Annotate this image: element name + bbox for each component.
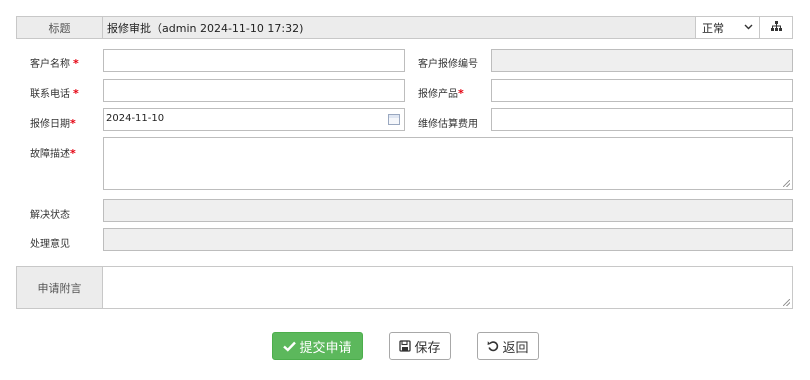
opinion-label: 处理意见 xyxy=(30,239,70,250)
save-button[interactable]: 保存 xyxy=(389,332,451,360)
resize-grip-icon[interactable] xyxy=(783,299,790,306)
remark-textarea[interactable] xyxy=(103,267,792,308)
title-value: 报修审批（admin 2024-11-10 17:32) xyxy=(107,21,304,35)
remark-row: 申请附言 xyxy=(16,266,793,309)
title-label: 标题 xyxy=(17,17,103,38)
fault-desc-textarea[interactable] xyxy=(103,137,793,190)
org-chart-button[interactable] xyxy=(759,17,792,38)
product-label: 报修产品* xyxy=(418,87,464,100)
required-mark: * xyxy=(73,57,79,70)
save-button-label: 保存 xyxy=(414,340,441,356)
required-mark: * xyxy=(70,147,76,160)
check-icon xyxy=(283,341,297,352)
back-button[interactable]: 返回 xyxy=(477,332,539,360)
status-select[interactable]: 正常 xyxy=(695,17,759,38)
estimated-cost-input[interactable] xyxy=(491,108,793,131)
resolve-status-input xyxy=(103,199,793,222)
required-mark: * xyxy=(73,87,79,100)
repair-date-label: 报修日期* xyxy=(30,117,76,130)
chevron-down-icon xyxy=(744,23,753,33)
estimated-cost-label: 维修估算费用 xyxy=(418,119,478,130)
customer-name-input[interactable] xyxy=(103,49,405,72)
opinion-input xyxy=(103,228,793,251)
resolve-status-label: 解决状态 xyxy=(30,210,70,221)
required-mark: * xyxy=(458,87,464,100)
title-row: 标题 报修审批（admin 2024-11-10 17:32) 正常 xyxy=(16,16,793,39)
required-mark: * xyxy=(70,117,76,130)
product-input[interactable] xyxy=(491,79,793,102)
customer-name-label: 客户名称 * xyxy=(30,57,79,70)
phone-input[interactable] xyxy=(103,79,405,102)
remark-label: 申请附言 xyxy=(17,267,103,308)
calendar-icon[interactable] xyxy=(388,114,400,125)
fault-desc-label: 故障描述* xyxy=(30,147,76,160)
customer-repair-no-label: 客户报修编号 xyxy=(418,59,478,70)
floppy-disk-icon xyxy=(399,340,412,352)
phone-label: 联系电话 * xyxy=(30,87,79,100)
submit-button-label: 提交申请 xyxy=(299,340,352,356)
status-select-value: 正常 xyxy=(702,21,724,35)
repair-date-input[interactable]: 2024-11-10 xyxy=(103,108,405,131)
sitemap-icon xyxy=(770,21,782,34)
back-button-label: 返回 xyxy=(502,340,529,356)
resize-grip-icon[interactable] xyxy=(783,180,790,187)
customer-repair-no-input xyxy=(491,49,793,72)
submit-button[interactable]: 提交申请 xyxy=(272,332,363,360)
undo-icon xyxy=(488,341,499,352)
